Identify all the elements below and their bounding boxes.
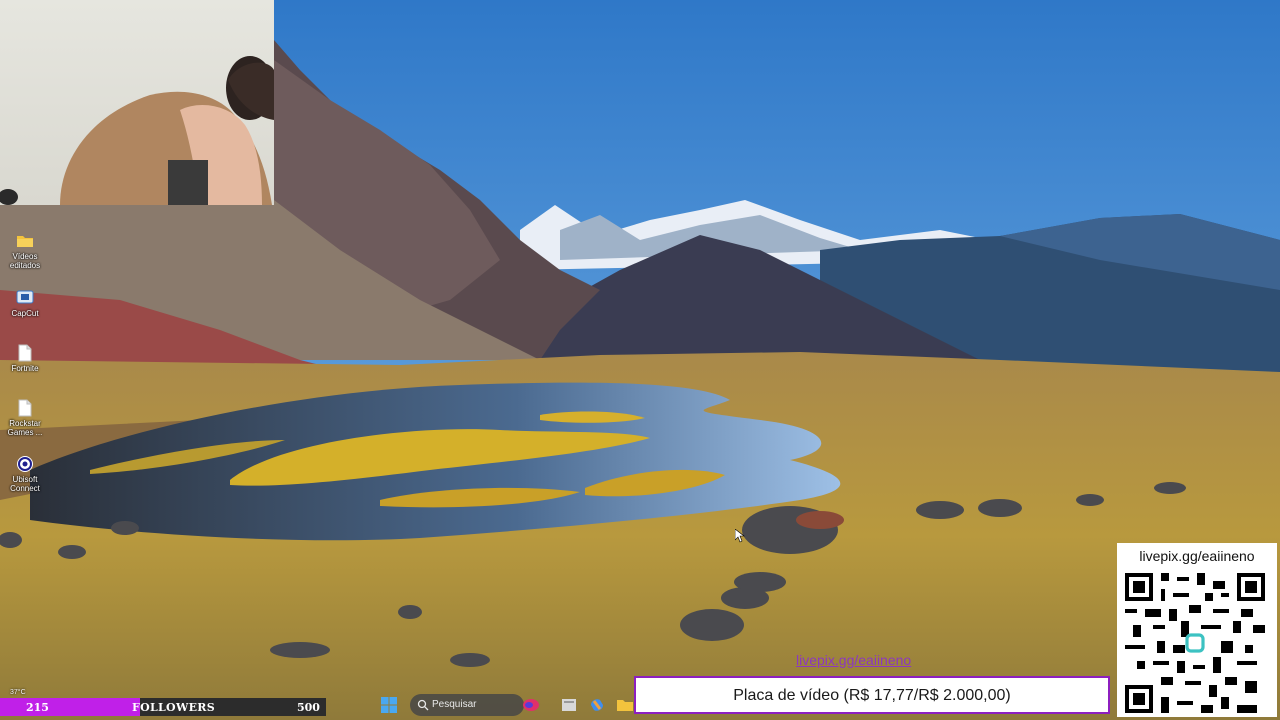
search-icon [417,699,429,711]
file-explorer-icon[interactable] [560,696,578,714]
followers-goal-bar: 215 FOLLOWERS 500 [0,698,326,716]
mouse-cursor-icon [735,529,745,543]
livepix-watermark-link[interactable]: livepix.gg/eaiineno [796,652,911,668]
followers-progress-fill [0,698,141,716]
qr-code-icon[interactable] [1125,573,1265,713]
qr-donation-panel: livepix.gg/eaiineno [1117,543,1277,717]
desktop-icon-videos-editados[interactable]: Vídeos editados [4,232,46,270]
file-icon [18,344,32,362]
desktop-icon-rockstar-games[interactable]: Rockstar Games ... [4,399,46,437]
file-icon [18,399,32,417]
desktop-icon-capcut[interactable]: CapCut [4,289,46,318]
search-placeholder: Pesquisar [432,699,477,710]
desktop-icon-label: Fortnite [11,364,39,373]
followers-goal-count: 500 [297,701,320,714]
webcam-feed [0,0,274,205]
donation-goal-text: Placa de vídeo (R$ 17,77/R$ 2.000,00) [733,687,1011,704]
taskbar: Pesquisar [376,690,636,720]
followers-label: FOLLOWERS [132,701,215,714]
taskbar-weather-temperature[interactable]: 37°C [10,689,26,696]
folder-icon [17,236,33,247]
desktop-icon-label: Rockstar Games ... [7,419,43,437]
desktop-icon-label: Vídeos editados [9,252,41,270]
followers-current-count: 215 [26,701,49,714]
folder-icon[interactable] [616,696,634,714]
desktop-icon-ubisoft-connect[interactable]: Ubisoft Connect [4,455,46,493]
ubisoft-icon [17,456,33,472]
donation-goal-banner: Placa de vídeo (R$ 17,77/R$ 2.000,00) [634,676,1110,714]
desktop-icon-fortnite[interactable]: Fortnite [4,344,46,373]
desktop-icon-label: CapCut [11,309,39,318]
app-icon[interactable] [522,696,540,714]
capcut-icon [16,290,34,304]
streamer-figure [0,56,274,205]
desktop-icon-label: Ubisoft Connect [10,475,40,493]
taskbar-search-box[interactable]: Pesquisar [410,694,524,716]
qr-url-label: livepix.gg/eaiineno [1139,548,1255,564]
desktop: Vídeos editados CapCut Fortnite Rockstar… [0,0,1280,720]
start-icon[interactable] [380,696,398,714]
copilot-icon[interactable] [588,696,606,714]
